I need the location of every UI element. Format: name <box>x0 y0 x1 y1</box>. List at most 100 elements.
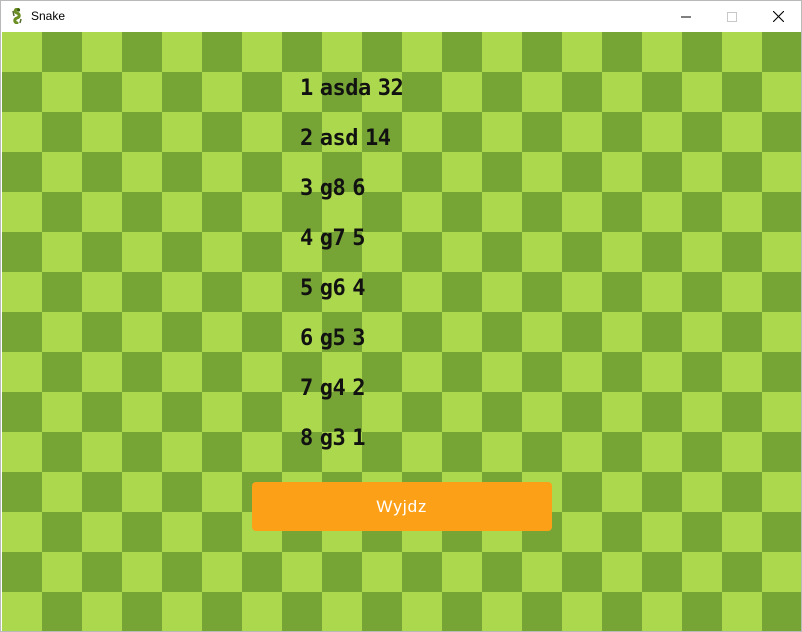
leaderboard-rank: 7 <box>300 376 313 401</box>
board-cell-light <box>642 432 682 472</box>
board-cell-light <box>722 592 762 631</box>
board-cell-light <box>2 592 42 631</box>
board-cell-dark <box>42 352 82 392</box>
board-cell-dark <box>202 272 242 312</box>
board-cell-light <box>2 272 42 312</box>
board-cell-light <box>442 152 482 192</box>
board-cell-dark <box>642 152 682 192</box>
board-cell-light <box>162 592 202 631</box>
board-cell-light <box>322 32 362 72</box>
board-cell-light <box>482 112 522 152</box>
board-cell-light <box>602 152 642 192</box>
board-cell-dark <box>642 312 682 352</box>
board-cell-light <box>602 312 642 352</box>
board-cell-dark <box>162 232 202 272</box>
board-cell-dark <box>682 32 722 72</box>
leaderboard-score: 2 <box>352 376 365 401</box>
board-cell-light <box>522 152 562 192</box>
board-cell-dark <box>682 432 722 472</box>
board-cell-light <box>482 592 522 631</box>
board-cell-light <box>202 232 242 272</box>
board-cell-light <box>2 192 42 232</box>
board-cell-light <box>162 432 202 472</box>
maximize-button[interactable] <box>709 1 755 32</box>
board-cell-light <box>682 552 722 592</box>
board-cell-dark <box>2 472 42 512</box>
board-cell-dark <box>2 312 42 352</box>
exit-button[interactable]: Wyjdz <box>252 482 552 531</box>
board-cell-dark <box>602 32 642 72</box>
leaderboard-name: g7 <box>319 226 346 251</box>
board-cell-light <box>82 112 122 152</box>
board-cell-light <box>42 72 82 112</box>
board-cell-light <box>242 112 282 152</box>
board-cell-dark <box>442 352 482 392</box>
board-cell-light <box>82 352 122 392</box>
board-cell-dark <box>562 472 602 512</box>
board-cell-light <box>562 272 602 312</box>
board-cell-dark <box>122 592 162 631</box>
board-cell-light <box>2 112 42 152</box>
board-cell-dark <box>602 272 642 312</box>
board-cell-dark <box>162 152 202 192</box>
board-cell-dark <box>762 512 801 552</box>
board-cell-light <box>122 72 162 112</box>
leaderboard-row: 8 g3 1 <box>300 426 410 476</box>
board-cell-dark <box>202 32 242 72</box>
leaderboard-name: g3 <box>319 426 346 451</box>
board-cell-dark <box>642 72 682 112</box>
board-cell-dark <box>682 352 722 392</box>
board-cell-dark <box>162 312 202 352</box>
board-cell-dark <box>202 352 242 392</box>
board-cell-light <box>762 472 801 512</box>
board-cell-dark <box>762 112 801 152</box>
board-cell-dark <box>762 432 801 472</box>
board-cell-dark <box>442 272 482 312</box>
board-cell-light <box>442 312 482 352</box>
board-cell-dark <box>482 392 522 432</box>
board-cell-dark <box>602 432 642 472</box>
board-cell-dark <box>42 512 82 552</box>
leaderboard-rank: 8 <box>300 426 313 451</box>
leaderboard-name: g8 <box>319 176 346 201</box>
board-cell-dark <box>642 472 682 512</box>
board-cell-light <box>202 552 242 592</box>
board-cell-dark <box>522 272 562 312</box>
title-bar[interactable]: Snake <box>1 1 801 32</box>
board-cell-light <box>762 312 801 352</box>
leaderboard-rank: 3 <box>300 176 313 201</box>
board-cell-dark <box>282 32 322 72</box>
board-cell-light <box>682 72 722 112</box>
board-cell-light <box>682 392 722 432</box>
board-cell-light <box>242 592 282 631</box>
board-cell-light <box>642 352 682 392</box>
leaderboard-rank: 1 <box>300 76 313 101</box>
board-cell-light <box>602 392 642 432</box>
board-cell-dark <box>482 312 522 352</box>
board-cell-light <box>402 592 442 631</box>
maximize-icon <box>727 11 737 22</box>
board-cell-light <box>122 312 162 352</box>
leaderboard-name: g4 <box>319 376 346 401</box>
leaderboard-rank: 5 <box>300 276 313 301</box>
board-cell-dark <box>722 552 762 592</box>
leaderboard-row: 5 g6 4 <box>300 276 410 326</box>
board-cell-dark <box>242 232 282 272</box>
board-cell-light <box>722 432 762 472</box>
board-cell-light <box>682 232 722 272</box>
board-cell-light <box>162 352 202 392</box>
board-cell-light <box>562 432 602 472</box>
board-cell-light <box>162 272 202 312</box>
board-cell-light <box>122 152 162 192</box>
board-cell-light <box>82 272 122 312</box>
board-cell-light <box>482 32 522 72</box>
board-cell-dark <box>242 312 282 352</box>
close-button[interactable] <box>755 1 801 32</box>
board-cell-dark <box>522 592 562 631</box>
leaderboard-score: 4 <box>352 276 365 301</box>
board-cell-dark <box>762 32 801 72</box>
minimize-button[interactable] <box>663 1 709 32</box>
board-cell-dark <box>202 592 242 631</box>
board-cell-light <box>762 72 801 112</box>
board-cell-dark <box>42 432 82 472</box>
